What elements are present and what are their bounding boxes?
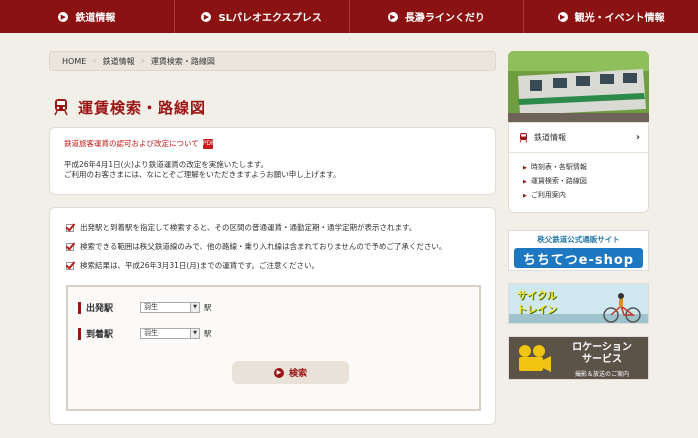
checkmark-icon: [66, 223, 74, 232]
search-button-label: 検索: [288, 369, 307, 379]
eshop-banner-title: 秩父鉄道公式通販サイト: [537, 235, 620, 244]
note-text: 検索結果は、平成26年3月31日(月)までの運賃です。ご注意ください。: [80, 261, 319, 270]
arrival-select[interactable]: 羽生 ▼: [140, 328, 200, 339]
page-title: 運賃検索・路線図: [54, 97, 206, 118]
checkmark-icon: [66, 261, 74, 270]
sidebar-link-timetable[interactable]: 時刻表・各駅情報: [523, 161, 648, 175]
train-photo: [508, 51, 649, 122]
top-nav: ▶ 鉄道情報 ▶ SLパレオエクスプレス ▶ 長瀞ラインくだり ▶ 観光・イベント情報: [0, 0, 698, 33]
arrival-label: 到着駅: [86, 330, 114, 340]
cycle-train-banner[interactable]: サイクル トレイン: [508, 283, 649, 324]
movie-camera-icon: [519, 345, 551, 372]
cycle-train-line2: トレイン: [517, 305, 557, 316]
arrow-icon: ▶: [58, 11, 69, 22]
railway-info-card: 鉄道情報 › 時刻表・各駅情報 運賃検索・路線図 ご利用案内: [508, 122, 649, 213]
nav-label: 鉄道情報: [75, 13, 116, 24]
cycle-train-line1: サイクル: [517, 291, 557, 302]
location-service-sub: 撮影＆放送のご案内: [574, 371, 629, 378]
nav-label: 観光・イベント情報: [574, 13, 665, 24]
nav-item-sl-paleo[interactable]: ▶ SLパレオエクスプレス: [175, 0, 350, 33]
station-suffix: 駅: [204, 329, 212, 338]
fare-revision-link-text[interactable]: 鉄道旅客運賃の認可および改定について: [64, 138, 199, 149]
note-text: 出発駅と到着駅を指定して検索すると、その区間の普通運賃・通勤定期・通学定期が表示…: [80, 223, 417, 232]
train-icon: [519, 132, 528, 143]
notice-line: ご利用のお客さまには、なにとぞご理解をいただきますようお願い申し上げます。: [64, 170, 341, 179]
station-form: 出発駅 羽生 ▼ 駅 到着駅 羽生 ▼ 駅 ▶ 検索: [66, 285, 481, 411]
eshop-banner-name: ちちてつe-shop: [514, 248, 643, 268]
departure-value: 羽生: [144, 303, 158, 311]
breadcrumb-current: 運賃検索・路線図: [150, 56, 215, 66]
arrival-value: 羽生: [144, 329, 158, 337]
arrow-icon: ▶: [387, 11, 398, 22]
arrow-icon: ▶: [201, 11, 212, 22]
breadcrumb-railway-info[interactable]: 鉄道情報: [103, 56, 135, 67]
breadcrumb: HOME » 鉄道情報 » 運賃検索・路線図: [49, 51, 496, 71]
fare-search-panel: 出発駅と到着駅を指定して検索すると、その区間の普通運賃・通勤定期・通学定期が表示…: [49, 207, 496, 425]
dropdown-arrow-icon: ▼: [190, 303, 199, 312]
train-photo-image: [508, 51, 649, 122]
cycle-train-text: サイクル トレイン: [517, 290, 557, 318]
note-item: 出発駅と到着駅を指定して検索すると、その区間の普通運賃・通勤定期・通学定期が表示…: [66, 222, 479, 233]
note-item: 検索結果は、平成26年3月31日(月)までの運賃です。ご注意ください。: [66, 260, 479, 271]
train-icon: [54, 99, 68, 116]
nav-label: 長瀞ラインくだり: [404, 13, 485, 24]
notice-body: 平成26年4月1日(火)より鉄道運賃の改定を実施いたします。 ご利用のお客さまに…: [64, 160, 481, 180]
page-title-text: 運賃検索・路線図: [78, 99, 207, 117]
departure-select[interactable]: 羽生 ▼: [140, 302, 200, 313]
note-text: 検索できる範囲は秩父鉄道線のみで、他の路線・乗り入れ線は含まれておりませんので予…: [80, 242, 447, 251]
arrow-icon: ▶: [273, 367, 284, 378]
location-service-banner[interactable]: ロケーション サービス 撮影＆放送のご案内: [508, 336, 649, 380]
nav-item-nagatoro[interactable]: ▶ 長瀞ラインくだり: [350, 0, 525, 33]
departure-label: 出発駅: [86, 304, 114, 314]
railway-info-head-label: 鉄道情報: [534, 133, 566, 142]
dropdown-arrow-icon: ▼: [190, 329, 199, 338]
double-chevron-icon: »: [92, 57, 97, 65]
fare-revision-link[interactable]: 鉄道旅客運賃の認可および改定について PDF: [64, 138, 481, 149]
label-bar: [78, 327, 81, 340]
location-service-line1: ロケーション: [572, 342, 632, 353]
pdf-icon: PDF: [202, 138, 215, 149]
railway-info-head[interactable]: 鉄道情報 ›: [509, 123, 648, 153]
search-button[interactable]: ▶ 検索: [232, 361, 349, 384]
location-service-line2: サービス: [582, 354, 622, 365]
breadcrumb-home[interactable]: HOME: [62, 57, 86, 66]
checkmark-icon: [66, 242, 74, 251]
departure-row: 出発駅 羽生 ▼ 駅: [78, 301, 212, 314]
chevron-right-icon: ›: [635, 132, 640, 143]
notice-line: 平成26年4月1日(火)より鉄道運賃の改定を実施いたします。: [64, 160, 269, 169]
nav-item-railway-info[interactable]: ▶ 鉄道情報: [0, 0, 175, 33]
notice-panel: 鉄道旅客運賃の認可および改定について PDF 平成26年4月1日(火)より鉄道運…: [49, 127, 496, 195]
note-item: 検索できる範囲は秩父鉄道線のみで、他の路線・乗り入れ線は含まれておりませんので予…: [66, 241, 479, 252]
label-bar: [78, 301, 81, 314]
sidebar-link-guide[interactable]: ご利用案内: [523, 189, 648, 203]
sidebar-link-fare-search[interactable]: 運賃検索・路線図: [523, 175, 648, 189]
eshop-banner[interactable]: 秩父鉄道公式通販サイト ちちてつe-shop: [508, 230, 649, 271]
arrow-icon: ▶: [557, 11, 568, 22]
nav-label: SLパレオエクスプレス: [218, 13, 322, 24]
sidebar-links: 時刻表・各駅情報 運賃検索・路線図 ご利用案内: [509, 153, 648, 203]
arrival-row: 到着駅 羽生 ▼ 駅: [78, 327, 212, 340]
double-chevron-icon: »: [140, 57, 145, 65]
nav-item-tourism[interactable]: ▶ 観光・イベント情報: [524, 0, 698, 33]
station-suffix: 駅: [204, 303, 212, 312]
location-service-title: ロケーション サービス: [559, 342, 645, 366]
